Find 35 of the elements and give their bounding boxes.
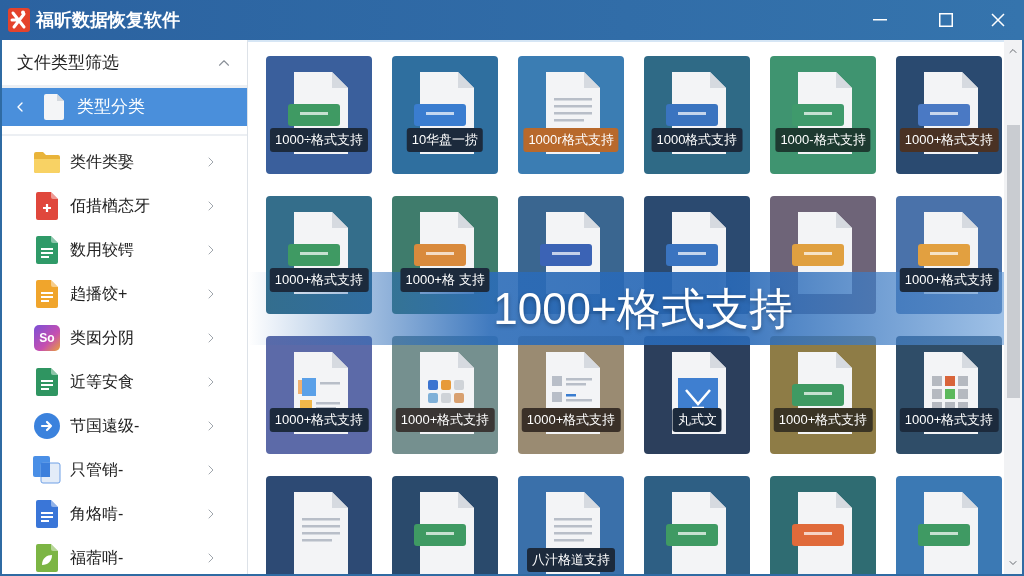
format-caption: 丸式文 bbox=[672, 408, 722, 432]
banner-text: 1000+格式支持 bbox=[493, 286, 793, 331]
minimize-icon bbox=[873, 19, 887, 21]
document-icon bbox=[44, 94, 64, 120]
format-caption: 1000r格式支持 bbox=[523, 128, 619, 152]
arrow-circle-icon bbox=[34, 413, 60, 439]
format-caption: 1000+格式支持 bbox=[773, 408, 873, 432]
format-caption: 1000+格式支持 bbox=[269, 408, 369, 432]
app-logo bbox=[8, 8, 30, 32]
close-icon bbox=[991, 13, 1005, 27]
format-caption: 1000+格式支持 bbox=[269, 268, 369, 292]
scrollbar-thumb[interactable] bbox=[1006, 125, 1020, 398]
format-caption: 1000+格式支持 bbox=[899, 408, 999, 432]
format-caption: 1000格式支持 bbox=[651, 128, 743, 152]
folder-icon bbox=[33, 150, 61, 174]
format-caption: 1000+格 支持 bbox=[400, 268, 490, 292]
format-caption: 1000+格式支持 bbox=[899, 128, 999, 152]
document-icon bbox=[36, 368, 58, 396]
format-caption: 1000+格式支持 bbox=[899, 268, 999, 292]
document-icon bbox=[36, 236, 58, 264]
filter-title: 文件类型筛选 bbox=[17, 51, 119, 74]
leaf-document-icon bbox=[36, 544, 58, 572]
format-caption: 10华盘一捞 bbox=[406, 128, 484, 152]
document-plus-icon bbox=[36, 192, 58, 220]
app-logo: So bbox=[34, 325, 60, 351]
maximize-icon bbox=[939, 13, 953, 27]
window-title: 福昕数据恢复软件 bbox=[36, 8, 180, 32]
format-caption: 1000+格式支持 bbox=[395, 408, 495, 432]
document-icon bbox=[36, 280, 58, 308]
format-caption: 1000÷格式支持 bbox=[269, 128, 369, 152]
document-icon bbox=[36, 500, 58, 528]
copy-icon bbox=[33, 456, 61, 484]
format-caption: 1000+格式支持 bbox=[521, 408, 621, 432]
format-caption: 八汁格道支持 bbox=[527, 548, 615, 572]
format-caption: 1000-格式支持 bbox=[775, 128, 871, 152]
